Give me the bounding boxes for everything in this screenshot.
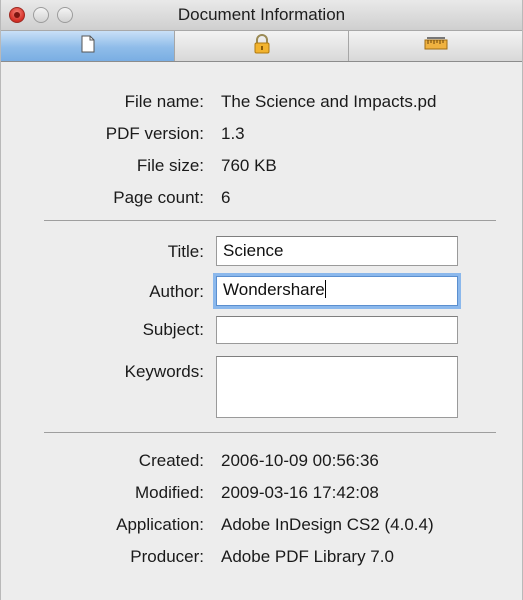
application-label: Application:	[116, 515, 204, 534]
created-row: Created: 2006-10-09 00:56:36	[1, 451, 522, 473]
author-value: Wondershare	[223, 280, 325, 299]
pdf-version-value: 1.3	[221, 124, 245, 143]
file-size-value: 760 KB	[221, 156, 277, 175]
title-field[interactable]	[216, 236, 458, 266]
divider-top	[44, 220, 496, 221]
pdf-version-row: PDF version: 1.3	[1, 124, 522, 146]
document-icon	[81, 35, 95, 58]
window-title: Document Information	[177, 5, 346, 24]
pdf-version-label: PDF version:	[105, 124, 204, 143]
producer-row: Producer: Adobe PDF Library 7.0	[1, 547, 522, 569]
created-label: Created:	[138, 451, 204, 470]
page-count-value: 6	[221, 188, 231, 207]
keywords-field[interactable]	[216, 356, 458, 418]
divider-bottom	[44, 432, 496, 433]
ruler-icon	[424, 36, 448, 56]
created-value: 2006-10-09 00:56:36	[221, 451, 379, 470]
modified-label: Modified:	[135, 483, 204, 502]
tab-security[interactable]	[175, 31, 349, 61]
file-size-label: File size:	[136, 156, 204, 175]
file-name-row: File name: The Science and Impacts.pd	[1, 92, 522, 114]
title-label: Title:	[167, 242, 204, 261]
document-information-window: Document Information File name: The Scie…	[0, 0, 523, 600]
page-count-label: Page count:	[113, 188, 204, 207]
tab-general[interactable]	[1, 31, 175, 61]
modified-value: 2009-03-16 17:42:08	[221, 483, 379, 502]
inspector-tabs	[1, 31, 522, 62]
application-row: Application: Adobe InDesign CS2 (4.0.4)	[1, 515, 522, 537]
file-name-label: File name:	[124, 92, 204, 111]
author-label: Author:	[149, 282, 204, 301]
producer-label: Producer:	[130, 547, 204, 566]
subject-label: Subject:	[142, 320, 204, 339]
title-bar[interactable]: Document Information	[1, 0, 522, 31]
author-field[interactable]: Wondershare	[216, 276, 458, 306]
tab-metrics[interactable]	[349, 31, 522, 61]
lock-icon	[253, 33, 271, 59]
subject-field[interactable]	[216, 316, 458, 344]
keywords-label: Keywords:	[124, 362, 204, 381]
producer-value: Adobe PDF Library 7.0	[221, 547, 394, 566]
file-size-row: File size: 760 KB	[1, 156, 522, 178]
text-caret	[324, 280, 326, 298]
info-panel: File name: The Science and Impacts.pd PD…	[1, 62, 522, 600]
modified-row: Modified: 2009-03-16 17:42:08	[1, 483, 522, 505]
application-value: Adobe InDesign CS2 (4.0.4)	[221, 515, 434, 534]
file-name-value: The Science and Impacts.pd	[221, 92, 437, 111]
page-count-row: Page count: 6	[1, 188, 522, 210]
